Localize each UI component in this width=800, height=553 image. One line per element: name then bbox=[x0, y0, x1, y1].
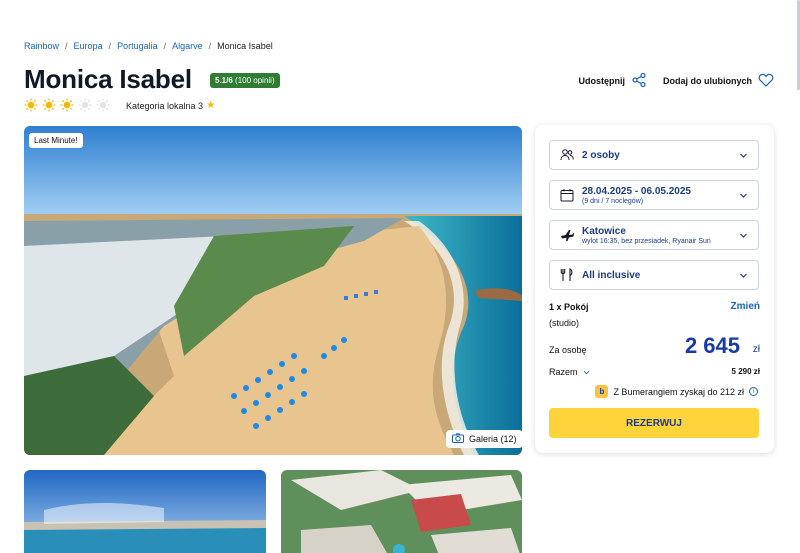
calendar-icon bbox=[560, 189, 574, 202]
sun-icon bbox=[24, 98, 38, 112]
hotel-actions: Udostępnij Dodaj do ulubionych bbox=[579, 72, 775, 90]
chevron-down-icon bbox=[740, 153, 747, 158]
bumerang-logo-icon: b bbox=[595, 385, 609, 398]
breadcrumb-current: Monica Isabel bbox=[217, 41, 273, 51]
dates-duration: (9 dni / 7 noclegów) bbox=[582, 197, 644, 205]
breadcrumb-rainbow[interactable]: Rainbow bbox=[24, 41, 59, 51]
breadcrumb: Rainbow / Europa / Portugalia / Algarve … bbox=[24, 41, 273, 51]
favorite-button[interactable]: Dodaj do ulubionych bbox=[663, 72, 774, 90]
sun-empty-icon bbox=[96, 98, 110, 112]
sun-icon bbox=[60, 98, 74, 112]
bumerang-promo: b Z Bumerangiem zyskaj do 212 zł i bbox=[595, 385, 758, 398]
price-per-person-label: Za osobę bbox=[549, 345, 587, 355]
share-button[interactable]: Udostępnij bbox=[579, 72, 648, 90]
total-toggle[interactable]: Razem bbox=[549, 367, 590, 377]
total-price: 5 290 zł bbox=[731, 367, 760, 376]
departure-value: Katowice bbox=[582, 225, 626, 237]
gallery-label: Galeria (12) bbox=[469, 434, 517, 444]
book-button[interactable]: REZERWUJ bbox=[549, 408, 759, 438]
breadcrumb-separator: / bbox=[163, 41, 167, 51]
local-category-label: Kategoria lokalna 3 bbox=[126, 100, 204, 111]
people-selector[interactable]: 2 osoby bbox=[549, 140, 759, 170]
gallery-thumbnail[interactable] bbox=[281, 470, 522, 553]
share-icon bbox=[631, 72, 647, 90]
last-minute-badge: Last Minute! bbox=[29, 133, 83, 148]
breadcrumb-algarve[interactable]: Algarve bbox=[172, 41, 203, 51]
share-label: Udostępnij bbox=[578, 76, 626, 86]
chevron-down-icon bbox=[740, 233, 747, 238]
gallery-button[interactable]: Galeria (12) bbox=[446, 430, 523, 448]
chevron-down-icon bbox=[583, 370, 589, 374]
info-icon[interactable]: i bbox=[749, 387, 758, 396]
rating-score: 5.1/6 bbox=[215, 76, 233, 85]
breadcrumb-separator: / bbox=[108, 41, 112, 51]
local-category: Kategoria lokalna 3 ★ bbox=[126, 100, 215, 111]
price-currency: zł bbox=[752, 344, 760, 355]
sun-empty-icon bbox=[78, 98, 92, 112]
departure-selector[interactable]: Katowice wylot 16:35, bez przesiadek, Rya… bbox=[549, 220, 759, 250]
total-label: Razem bbox=[549, 367, 578, 377]
price-per-person: 2 645 bbox=[684, 333, 740, 358]
room-label: 1 x Pokój bbox=[549, 302, 589, 312]
departure-details: wylot 16:35, bez przesiadek, Ryanair Sun bbox=[582, 237, 711, 245]
hero-photo[interactable] bbox=[24, 126, 522, 455]
hotel-title: Monica Isabel bbox=[24, 64, 192, 94]
change-room-link[interactable]: Zmień bbox=[731, 301, 760, 312]
breadcrumb-separator: / bbox=[208, 41, 212, 51]
dates-value: 28.04.2025 - 06.05.2025 bbox=[582, 185, 691, 197]
gallery-thumbnail[interactable] bbox=[24, 470, 266, 553]
bumerang-text: Z Bumerangiem zyskaj do 212 zł bbox=[613, 386, 744, 397]
dates-selector[interactable]: 28.04.2025 - 06.05.2025 (9 dni / 7 nocleg… bbox=[549, 180, 759, 210]
breadcrumb-separator: / bbox=[65, 41, 68, 51]
favorite-label: Dodaj do ulubionych bbox=[663, 76, 752, 86]
cutlery-icon bbox=[560, 268, 573, 281]
board-selector[interactable]: All inclusive bbox=[549, 260, 759, 290]
plane-icon bbox=[561, 230, 574, 241]
sun-rating bbox=[24, 98, 110, 112]
booking-panel: 2 osoby 28.04.2025 - 06.05.2025 (9 dni / … bbox=[535, 125, 774, 453]
board-value: All inclusive bbox=[582, 269, 641, 281]
rating-reviews: (100 opinii) bbox=[235, 76, 275, 85]
breadcrumb-europa[interactable]: Europa bbox=[74, 41, 103, 51]
room-type: (studio) bbox=[549, 318, 580, 328]
camera-icon bbox=[452, 433, 464, 445]
rating-badge[interactable]: 5.1/6 (100 opinii) bbox=[210, 73, 280, 88]
chevron-down-icon bbox=[740, 273, 747, 278]
star-icon: ★ bbox=[206, 100, 216, 111]
breadcrumb-portugalia[interactable]: Portugalia bbox=[117, 41, 158, 51]
heart-icon bbox=[758, 72, 774, 90]
people-icon bbox=[560, 149, 574, 161]
chevron-down-icon bbox=[740, 193, 747, 198]
people-value: 2 osoby bbox=[582, 149, 620, 161]
sun-icon bbox=[42, 98, 56, 112]
